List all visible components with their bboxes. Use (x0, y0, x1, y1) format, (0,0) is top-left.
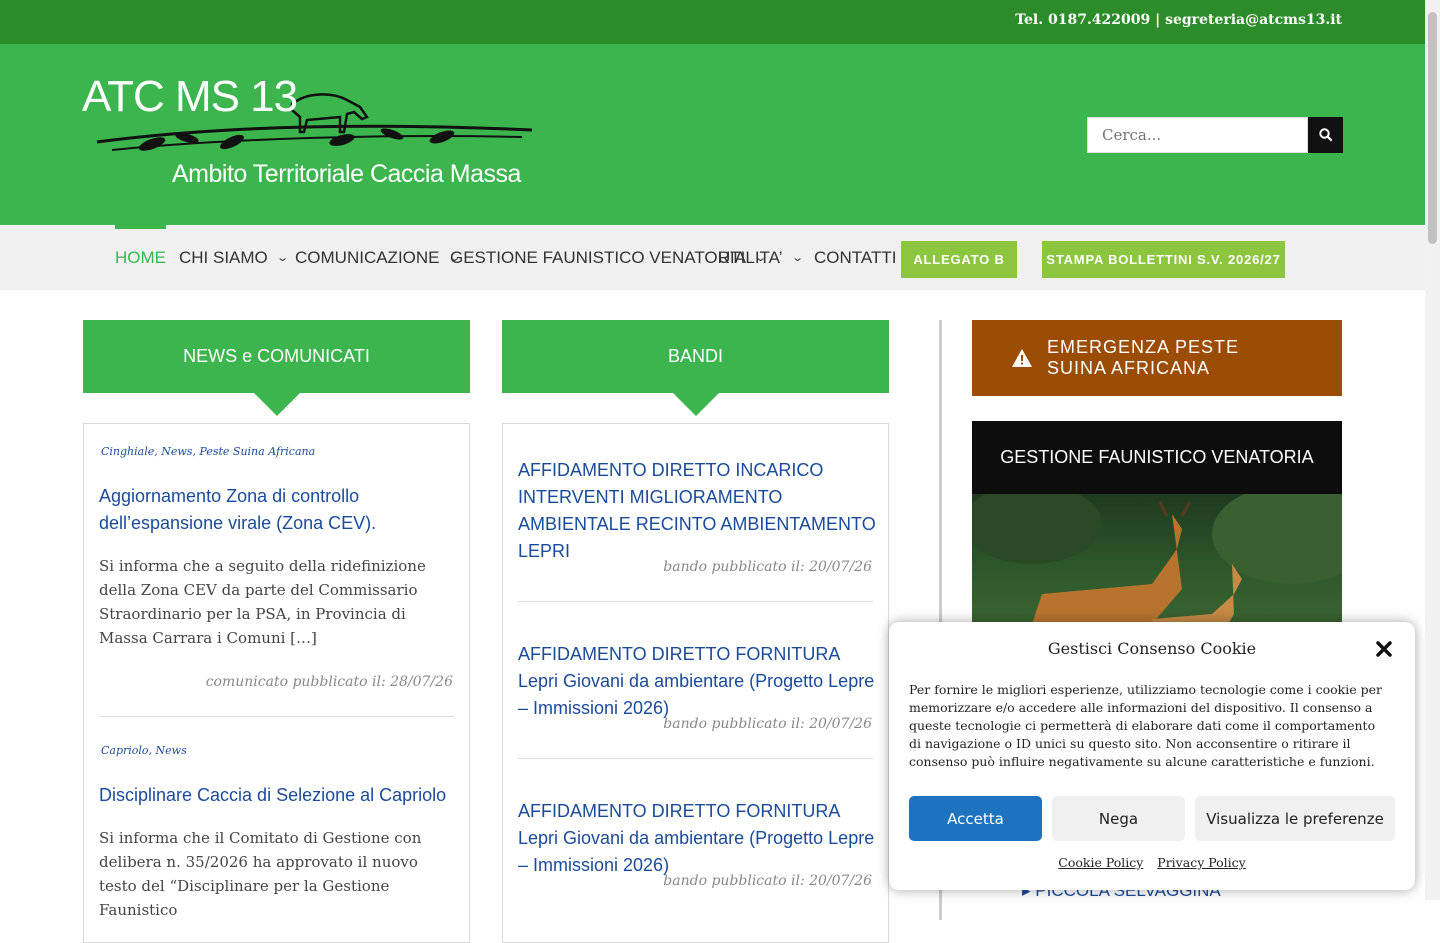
bandi-heading: BANDI (502, 320, 889, 416)
post-excerpt: Si informa che il Comitato di Gestione c… (99, 829, 422, 919)
page-scrollbar[interactable] (1425, 0, 1440, 900)
bando-date: bando pubblicato il: 20/07/26 (663, 559, 872, 575)
nav-item-contatti[interactable]: CONTATTI (814, 225, 896, 290)
nav-item-home[interactable]: HOME (115, 225, 166, 290)
search-input[interactable] (1087, 117, 1308, 153)
nav-item-chi-siamo[interactable]: CHI SIAMO ⌄ (179, 225, 289, 290)
cookie-title: Gestisci Consenso Cookie (1047, 639, 1257, 658)
close-icon (1376, 641, 1392, 657)
privacy-policy-link[interactable]: Privacy Policy (1157, 855, 1245, 870)
post-categories[interactable]: Cinghiale, News, Peste Suina Africana (101, 445, 315, 458)
search-form (1087, 117, 1343, 153)
psa-emergency-label: EMERGENZA PESTE SUINA AFRICANA (1047, 337, 1240, 378)
cookie-links: Cookie Policy Privacy Policy (889, 855, 1415, 870)
post-excerpt: Si informa che a seguito della ridefiniz… (99, 557, 426, 647)
site-header: ATC MS 13 Ambito Territoriale Caccia Mas… (0, 44, 1425, 225)
contact-info[interactable]: Tel. 0187.422009 | segreteria@atcms13.it (1015, 12, 1342, 28)
close-button[interactable] (1373, 638, 1395, 660)
cookie-description: Per fornire le migliori esperienze, util… (909, 682, 1382, 769)
accept-button[interactable]: Accetta (909, 796, 1042, 841)
bando-title[interactable]: AFFIDAMENTO DIRETTO FORNITURA Lepri Giov… (518, 641, 878, 722)
news-list: Cinghiale, News, Peste Suina Africana Ag… (83, 423, 470, 943)
post-title[interactable]: Aggiornamento Zona di controllo dell’esp… (99, 483, 454, 537)
bandi-list: AFFIDAMENTO DIRETTO INCARICO INTERVENTI … (502, 423, 889, 943)
nav-item-label: COMUNICAZIONE (295, 247, 440, 267)
bando-date: bando pubblicato il: 20/07/26 (663, 873, 872, 889)
main-nav: HOME CHI SIAMO ⌄ COMUNICAZIONE ⌄ GESTIONE … (0, 225, 1425, 290)
post-date: comunicato pubblicato il: 28/07/26 (205, 674, 453, 690)
divider (518, 758, 873, 759)
nav-item-label: GESTIONE FAUNISTICO VENATORIA (450, 247, 746, 267)
view-preferences-button[interactable]: Visualizza le preferenze (1195, 796, 1395, 841)
cookie-consent-modal: Gestisci Consenso Cookie Per fornire le … (889, 622, 1415, 890)
post-categories[interactable]: Capriolo, News (101, 744, 187, 757)
stampa-bollettini-button[interactable]: STAMPA BOLLETTINI S.V. 2026/27 (1042, 241, 1285, 278)
bando-title[interactable]: AFFIDAMENTO DIRETTO INCARICO INTERVENTI … (518, 457, 878, 565)
nav-item-label: CONTATTI (814, 247, 897, 267)
warning-icon (1012, 349, 1032, 367)
chevron-down-icon: ⌄ (790, 252, 804, 264)
divider (518, 601, 873, 602)
nav-item-label: CHI SIAMO (179, 247, 268, 267)
chevron-down-icon: ⌄ (275, 252, 289, 264)
site-logo[interactable]: ATC MS 13 Ambito Territoriale Caccia Mas… (82, 72, 542, 202)
search-button[interactable] (1308, 117, 1343, 153)
allegato-b-button[interactable]: ALLEGATO B (901, 241, 1017, 278)
logo-title: ATC MS 13 (82, 72, 298, 121)
scrollbar-thumb[interactable] (1428, 12, 1437, 244)
divider (99, 716, 454, 717)
news-heading: NEWS e COMUNICATI (83, 320, 470, 416)
gfv-heading: GESTIONE FAUNISTICO VENATORIA (972, 421, 1342, 494)
nav-item-label: HOME (115, 247, 166, 267)
nav-item-utilita[interactable]: UTILITA’ ⌄ (718, 225, 804, 290)
deny-button[interactable]: Nega (1052, 796, 1185, 841)
logo-subtitle: Ambito Territoriale Caccia Massa (172, 160, 521, 188)
cookie-policy-link[interactable]: Cookie Policy (1058, 855, 1143, 870)
bando-title[interactable]: AFFIDAMENTO DIRETTO FORNITURA Lepri Giov… (518, 798, 878, 879)
top-bar: Tel. 0187.422009 | segreteria@atcms13.it (0, 0, 1425, 44)
nav-item-label: UTILITA’ (718, 247, 783, 267)
nav-item-comunicazione[interactable]: COMUNICAZIONE ⌄ (295, 225, 461, 290)
search-icon (1318, 128, 1332, 142)
psa-emergency-button[interactable]: EMERGENZA PESTE SUINA AFRICANA (972, 320, 1342, 396)
bando-date: bando pubblicato il: 20/07/26 (663, 716, 872, 732)
post-title[interactable]: Disciplinare Caccia di Selezione al Capr… (99, 782, 454, 809)
